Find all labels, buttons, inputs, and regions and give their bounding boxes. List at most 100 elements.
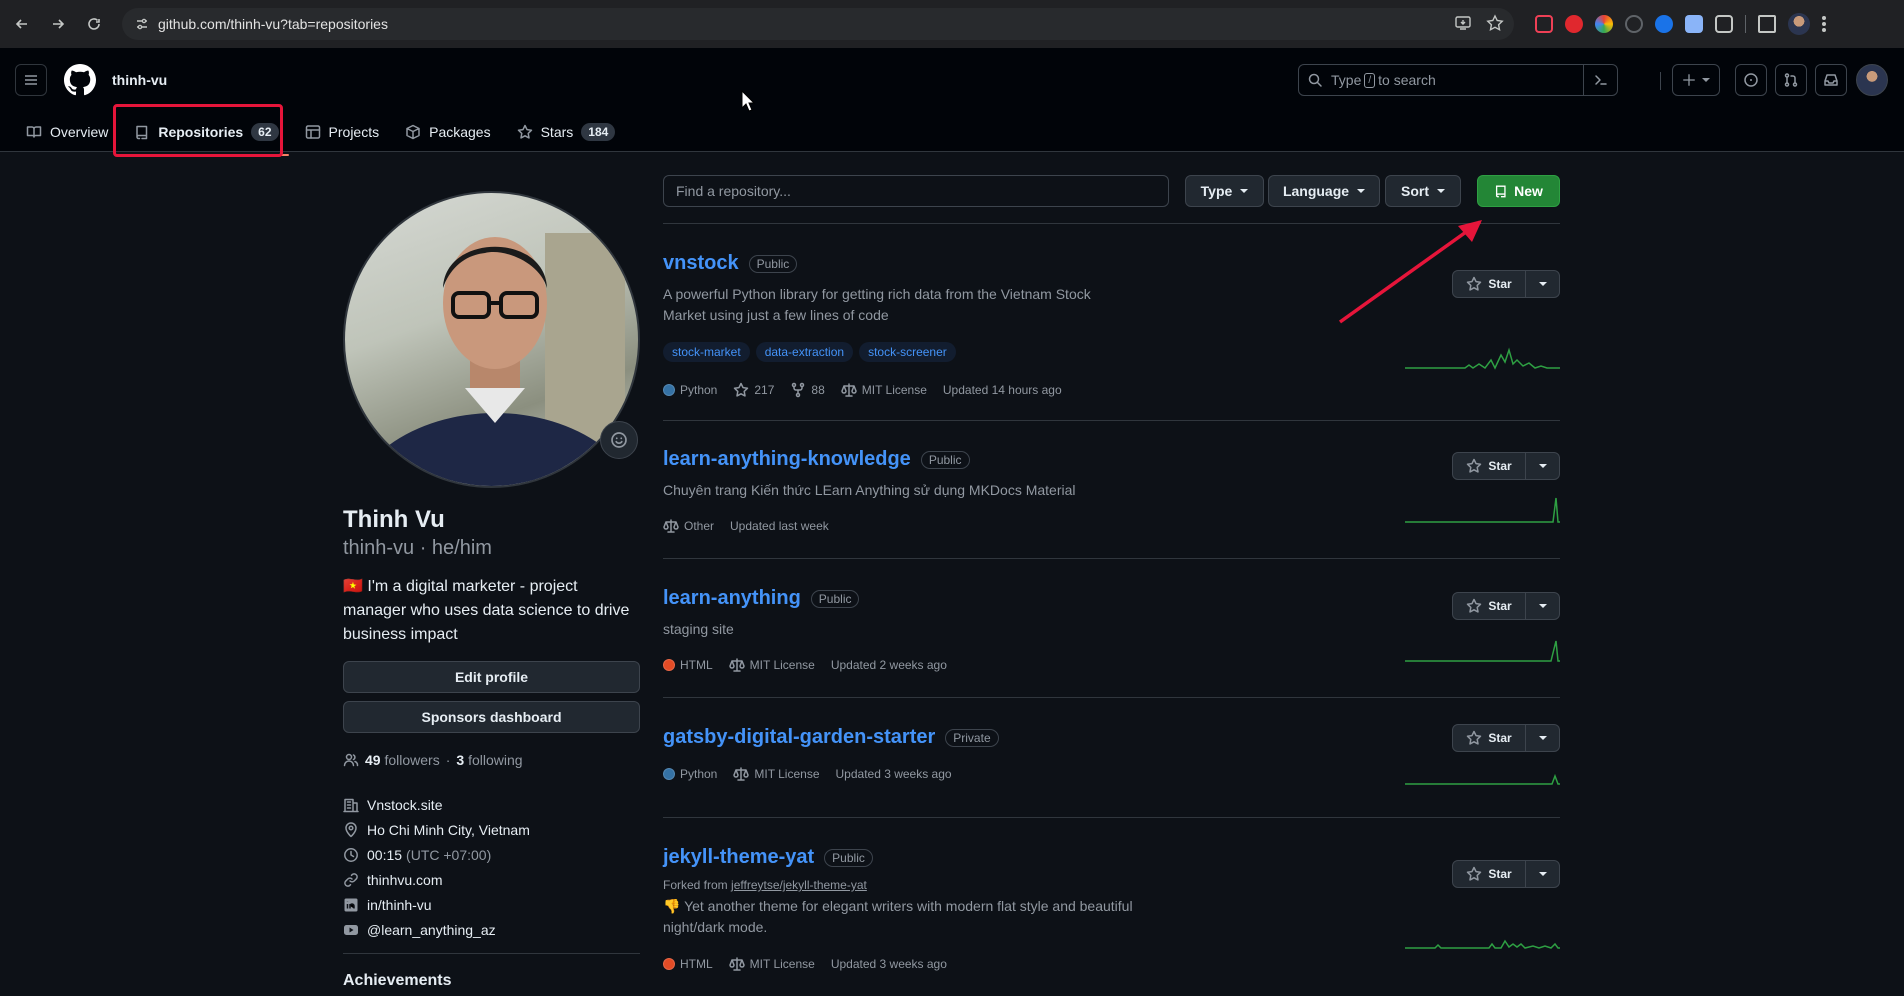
url-text[interactable]: github.com/thinh-vu?tab=repositories [158, 16, 388, 32]
activity-sparkline [1405, 347, 1560, 370]
repo-forked-icon [792, 382, 805, 398]
sidebar-divider [343, 953, 640, 954]
language-filter-label: Language [1282, 183, 1350, 199]
extensions-bar [1535, 8, 1826, 40]
chevron-down-icon [1240, 189, 1249, 193]
chevron-down-icon [1437, 189, 1445, 193]
type-filter-button[interactable]: Type [1185, 175, 1264, 207]
github-logo-icon[interactable] [64, 64, 96, 96]
star-button[interactable]: Star [1452, 724, 1526, 752]
sort-filter-button[interactable]: Sort [1385, 175, 1461, 207]
global-search-input[interactable]: Type / to search [1298, 64, 1618, 96]
user-avatar[interactable] [1856, 64, 1888, 96]
bookmark-star-icon[interactable] [1486, 14, 1504, 32]
star-button[interactable]: Star [1452, 592, 1526, 620]
updated-time: Updated last week [730, 519, 829, 533]
license-item: MIT License [841, 382, 927, 398]
topic-tag[interactable]: stock-market [663, 342, 750, 362]
following-link[interactable]: 3 following [456, 752, 522, 768]
find-repository-input[interactable]: Find a repository... [663, 175, 1169, 207]
clock-icon [344, 847, 358, 862]
star-list-dropdown[interactable] [1526, 724, 1560, 752]
language-name: HTML [680, 957, 713, 971]
sponsors-dashboard-button[interactable]: Sponsors dashboard [343, 701, 640, 733]
license-item: MIT License [733, 766, 820, 782]
star-list-dropdown[interactable] [1526, 592, 1560, 620]
address-bar[interactable]: github.com/thinh-vu?tab=repositories [122, 8, 1514, 40]
create-new-button[interactable] [1672, 64, 1720, 96]
command-palette-button[interactable] [1583, 65, 1617, 95]
activity-sparkline [1405, 497, 1560, 523]
star-list-dropdown[interactable] [1526, 452, 1560, 480]
repository-name-link[interactable]: gatsby-digital-garden-starter [663, 726, 935, 749]
forks-link[interactable]: 88 [790, 382, 825, 398]
install-app-icon[interactable] [1454, 14, 1472, 32]
hamburger-icon [25, 75, 37, 85]
star-button[interactable]: Star [1452, 452, 1526, 480]
chevron-down-icon [1357, 189, 1366, 193]
color-picker-icon[interactable] [1595, 15, 1613, 33]
topic-list: stock-market data-extraction stock-scree… [663, 342, 956, 362]
star-list-dropdown[interactable] [1526, 270, 1560, 298]
website-link[interactable]: thinhvu.com [367, 872, 442, 888]
tab-projects-label: Projects [328, 124, 380, 140]
repository-name-link[interactable]: jekyll-theme-yat [663, 846, 814, 869]
extension-blue-icon[interactable] [1655, 15, 1673, 33]
linkedin-row: in/thinh-vu [343, 892, 643, 917]
menu-button[interactable] [15, 64, 47, 96]
star-list-dropdown[interactable] [1526, 860, 1560, 888]
extension-card-icon[interactable] [1685, 15, 1703, 33]
pull-requests-button[interactable] [1775, 64, 1807, 96]
local-time-text: 00:15 [367, 846, 403, 863]
tab-stars[interactable]: Stars 184 [507, 116, 626, 148]
tab-projects[interactable]: Projects [295, 116, 390, 148]
repository-item: jekyll-theme-yat Public Forked from jeff… [663, 846, 1560, 996]
company-row: Vnstock.site [343, 792, 643, 817]
new-repository-button[interactable]: New [1477, 175, 1560, 207]
header-username[interactable]: thinh-vu [112, 72, 167, 88]
linkedin-link[interactable]: in/thinh-vu [367, 897, 432, 913]
edit-profile-button[interactable]: Edit profile [343, 661, 640, 693]
inbox-icon [1824, 74, 1838, 86]
license-item: MIT License [728, 956, 815, 972]
topic-tag[interactable]: data-extraction [755, 342, 854, 362]
extensions-puzzle-icon[interactable] [1715, 15, 1733, 33]
adblock-icon[interactable] [1565, 15, 1583, 33]
star-button[interactable]: Star [1452, 860, 1526, 888]
language-filter-button[interactable]: Language [1268, 175, 1380, 207]
profile-avatar[interactable] [343, 191, 640, 488]
location-row: Ho Chi Minh City, Vietnam [343, 817, 643, 842]
browser-profile-avatar[interactable] [1788, 13, 1810, 35]
people-icon [343, 753, 359, 767]
forward-arrow-icon[interactable] [42, 8, 74, 40]
side-panel-icon[interactable] [1758, 15, 1776, 33]
tab-overview-label: Overview [50, 124, 109, 140]
star-icon [1467, 598, 1482, 613]
inbox-button[interactable] [1815, 64, 1847, 96]
repository-name-link[interactable]: vnstock [663, 252, 739, 275]
stars-count: 217 [754, 383, 775, 397]
forked-from-link[interactable]: jeffreytse/jekyll-theme-yat [731, 878, 867, 892]
website-row: thinhvu.com [343, 867, 643, 892]
chevron-down-icon [1538, 604, 1547, 608]
stars-link[interactable]: 217 [733, 382, 774, 398]
achievements-heading[interactable]: Achievements [343, 972, 452, 990]
activity-sparkline [1405, 939, 1560, 949]
repository-name-link[interactable]: learn-anything-knowledge [663, 448, 911, 471]
repository-name-link[interactable]: learn-anything [663, 587, 801, 610]
youtube-link[interactable]: @learn_anything_az [367, 922, 496, 938]
extension-c-icon[interactable] [1625, 15, 1643, 33]
pocket-icon[interactable] [1535, 15, 1553, 33]
followers-link[interactable]: 49 followers [365, 752, 440, 768]
browser-menu-icon[interactable] [1822, 16, 1826, 32]
set-status-button[interactable] [600, 421, 638, 459]
site-settings-icon[interactable] [134, 16, 150, 32]
back-arrow-icon[interactable] [6, 8, 38, 40]
star-button[interactable]: Star [1452, 270, 1526, 298]
issues-button[interactable] [1735, 64, 1767, 96]
tab-packages[interactable]: Packages [395, 116, 500, 148]
topic-tag[interactable]: stock-screener [859, 342, 956, 362]
star-label: Star [1488, 599, 1512, 613]
tab-overview[interactable]: Overview [16, 116, 118, 148]
reload-icon[interactable] [78, 8, 110, 40]
